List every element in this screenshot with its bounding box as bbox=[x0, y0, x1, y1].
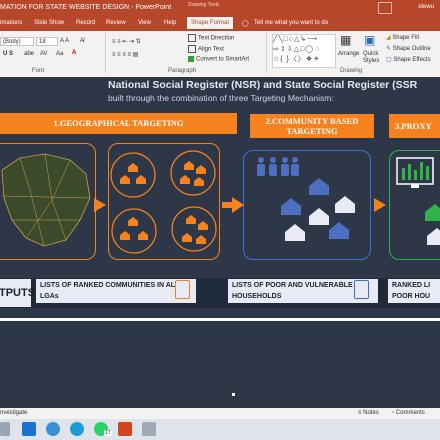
tab-review[interactable]: Review bbox=[106, 20, 126, 26]
align-text-button[interactable]: Align Text bbox=[188, 45, 224, 53]
quick-styles-button[interactable]: Quick Styles bbox=[363, 51, 383, 65]
households-graphic bbox=[257, 157, 355, 241]
outputs-label[interactable]: TPUTS bbox=[0, 278, 35, 308]
ribbon-tabs: imations Slide Show Record Review View H… bbox=[0, 16, 440, 31]
font-color-icon[interactable]: A bbox=[72, 50, 76, 56]
output-1-text: LISTS OF RANKED COMMUNITIES IN ALL LGAs bbox=[40, 282, 180, 300]
slide-title[interactable]: National Social Register (NSR) and State… bbox=[108, 79, 417, 91]
grow-font-icon[interactable]: A A bbox=[60, 38, 69, 44]
text-direction-icon bbox=[188, 34, 196, 42]
shape-effects-button[interactable]: ▢ Shape Effects bbox=[386, 56, 431, 63]
ribbon-display-icon[interactable] bbox=[378, 2, 392, 14]
user-name[interactable]: idewu bbox=[418, 4, 434, 10]
underline-icon[interactable]: U S bbox=[3, 51, 13, 57]
drawing-group-label: Drawing bbox=[340, 68, 363, 74]
tab-slide-show[interactable]: Slide Show bbox=[34, 20, 64, 26]
arrange-icon[interactable]: ▦ bbox=[340, 33, 351, 47]
quick-styles-icon[interactable]: ▣ bbox=[364, 33, 375, 47]
taskbar: 17 bbox=[0, 419, 440, 440]
mechanism-1-label: 1.GEOGRAPHICAL TARGETING bbox=[53, 118, 184, 128]
document-icon bbox=[354, 280, 369, 299]
lightbulb-icon: ◯ bbox=[242, 21, 249, 27]
clear-format-icon[interactable]: A̸ bbox=[80, 38, 84, 44]
text-direction-button[interactable]: Text Direction bbox=[188, 34, 234, 42]
paragraph-group-label: Paragraph bbox=[168, 68, 197, 74]
notes-label: Notes bbox=[363, 410, 379, 416]
convert-smartart-button[interactable]: Convert to SmartArt bbox=[188, 56, 249, 63]
app-icon[interactable] bbox=[46, 422, 60, 436]
tab-shape-format[interactable]: Shape Format bbox=[187, 17, 234, 29]
tell-me-search[interactable]: Tell me what you want to do bbox=[254, 20, 328, 26]
accessibility-status[interactable]: nvestigate bbox=[0, 410, 27, 416]
clipboard-icon bbox=[175, 280, 190, 299]
notes-button[interactable]: ≡ Notes bbox=[358, 410, 379, 416]
nigeria-map-image bbox=[1, 153, 91, 247]
mechanism-3-label: 3.PROXY bbox=[395, 121, 432, 131]
align-text-icon bbox=[188, 45, 196, 53]
output-2-text: LISTS OF POOR AND VULNERABLE HOUSEHOLDS bbox=[232, 282, 353, 300]
arrange-button[interactable]: Arrange bbox=[338, 51, 359, 57]
shape-outline-button[interactable]: ✎ Shape Outline bbox=[386, 45, 431, 52]
title-bar: MATION FOR STATE WEBSITE DESIGN - PowerP… bbox=[0, 0, 440, 16]
status-bar: nvestigate ≡ Notes ▫ Comments bbox=[0, 408, 440, 419]
comments-button[interactable]: ▫ Comments bbox=[392, 410, 425, 416]
edge-icon[interactable] bbox=[70, 422, 84, 436]
arrow-right-icon bbox=[94, 198, 106, 212]
output-3-text: RANKED LI POOR HOU bbox=[392, 282, 431, 300]
align-icons[interactable]: ≡ ≡ ≡ ≡ ▤ bbox=[112, 51, 138, 58]
strikethrough-icon[interactable]: abe bbox=[24, 51, 34, 57]
community-clusters-graphic bbox=[110, 150, 217, 254]
mechanism-2-label: 2.COMMUNITY BASED TARGETING bbox=[265, 116, 359, 136]
shapes-gallery[interactable]: ╱╲□○△↳⟶ ⇨⇧⇩△□◯♢ ☆{ }〈〉❖☀ bbox=[272, 34, 336, 68]
mechanism-2-banner[interactable]: 2.COMMUNITY BASED TARGETING bbox=[250, 114, 374, 138]
shape-fill-label: Shape Fill bbox=[392, 35, 419, 41]
mechanism-1-banner[interactable]: 1.GEOGRAPHICAL TARGETING bbox=[0, 113, 237, 134]
align-text-label: Align Text bbox=[198, 46, 224, 53]
font-size-box[interactable]: 18 bbox=[36, 37, 58, 46]
tab-animations[interactable]: imations bbox=[0, 20, 22, 26]
output-3-box[interactable]: RANKED LI POOR HOU bbox=[388, 279, 440, 303]
convert-smartart-label: Convert to SmartArt bbox=[196, 56, 250, 63]
whatsapp-badge: 17 bbox=[104, 430, 112, 436]
arrow-shaft bbox=[222, 202, 232, 208]
font-group-label: Font bbox=[32, 68, 45, 74]
smartart-icon bbox=[188, 56, 194, 62]
change-case-icon[interactable]: Aa bbox=[56, 51, 63, 57]
arrow-right-icon bbox=[232, 197, 244, 213]
shape-effects-label: Shape Effects bbox=[393, 57, 431, 63]
slide-subtitle[interactable]: built through the combination of three T… bbox=[108, 93, 334, 103]
bullets-icon[interactable]: ≡ ≡ ⇤ ⇥ ⇅ bbox=[112, 38, 141, 45]
scroll-dot bbox=[232, 393, 235, 396]
shape-outline-label: Shape Outline bbox=[392, 46, 431, 52]
ribbon: (Body) 18 A A A̸ U S abe AV Aa A Font ≡ … bbox=[0, 31, 440, 78]
output-1-box[interactable]: LISTS OF RANKED COMMUNITIES IN ALL LGAs bbox=[36, 279, 196, 303]
proxy-graphic bbox=[396, 157, 440, 245]
contextual-group-label: Drawing Tools bbox=[188, 2, 220, 8]
mechanism-3-banner[interactable]: 3.PROXY bbox=[389, 114, 440, 138]
tab-help[interactable]: Help bbox=[164, 20, 176, 26]
char-spacing-icon[interactable]: AV bbox=[40, 51, 48, 57]
font-name-box[interactable]: (Body) bbox=[0, 37, 34, 46]
tab-view[interactable]: View bbox=[138, 20, 151, 26]
text-direction-label: Text Direction bbox=[198, 35, 235, 42]
powerpoint-icon[interactable] bbox=[118, 422, 132, 436]
pen-icon: ✎ bbox=[386, 46, 393, 52]
shape-fill-button[interactable]: ◢ Shape Fill bbox=[386, 34, 419, 41]
comments-label: Comments bbox=[395, 410, 425, 416]
mail-icon[interactable] bbox=[22, 422, 36, 436]
app-icon-2[interactable] bbox=[142, 422, 156, 436]
arrow-right-icon bbox=[374, 198, 386, 212]
notes-pane[interactable] bbox=[0, 318, 440, 411]
taskview-icon[interactable] bbox=[0, 422, 10, 436]
tab-record[interactable]: Record bbox=[76, 20, 95, 26]
window-title: MATION FOR STATE WEBSITE DESIGN - PowerP… bbox=[0, 4, 172, 11]
